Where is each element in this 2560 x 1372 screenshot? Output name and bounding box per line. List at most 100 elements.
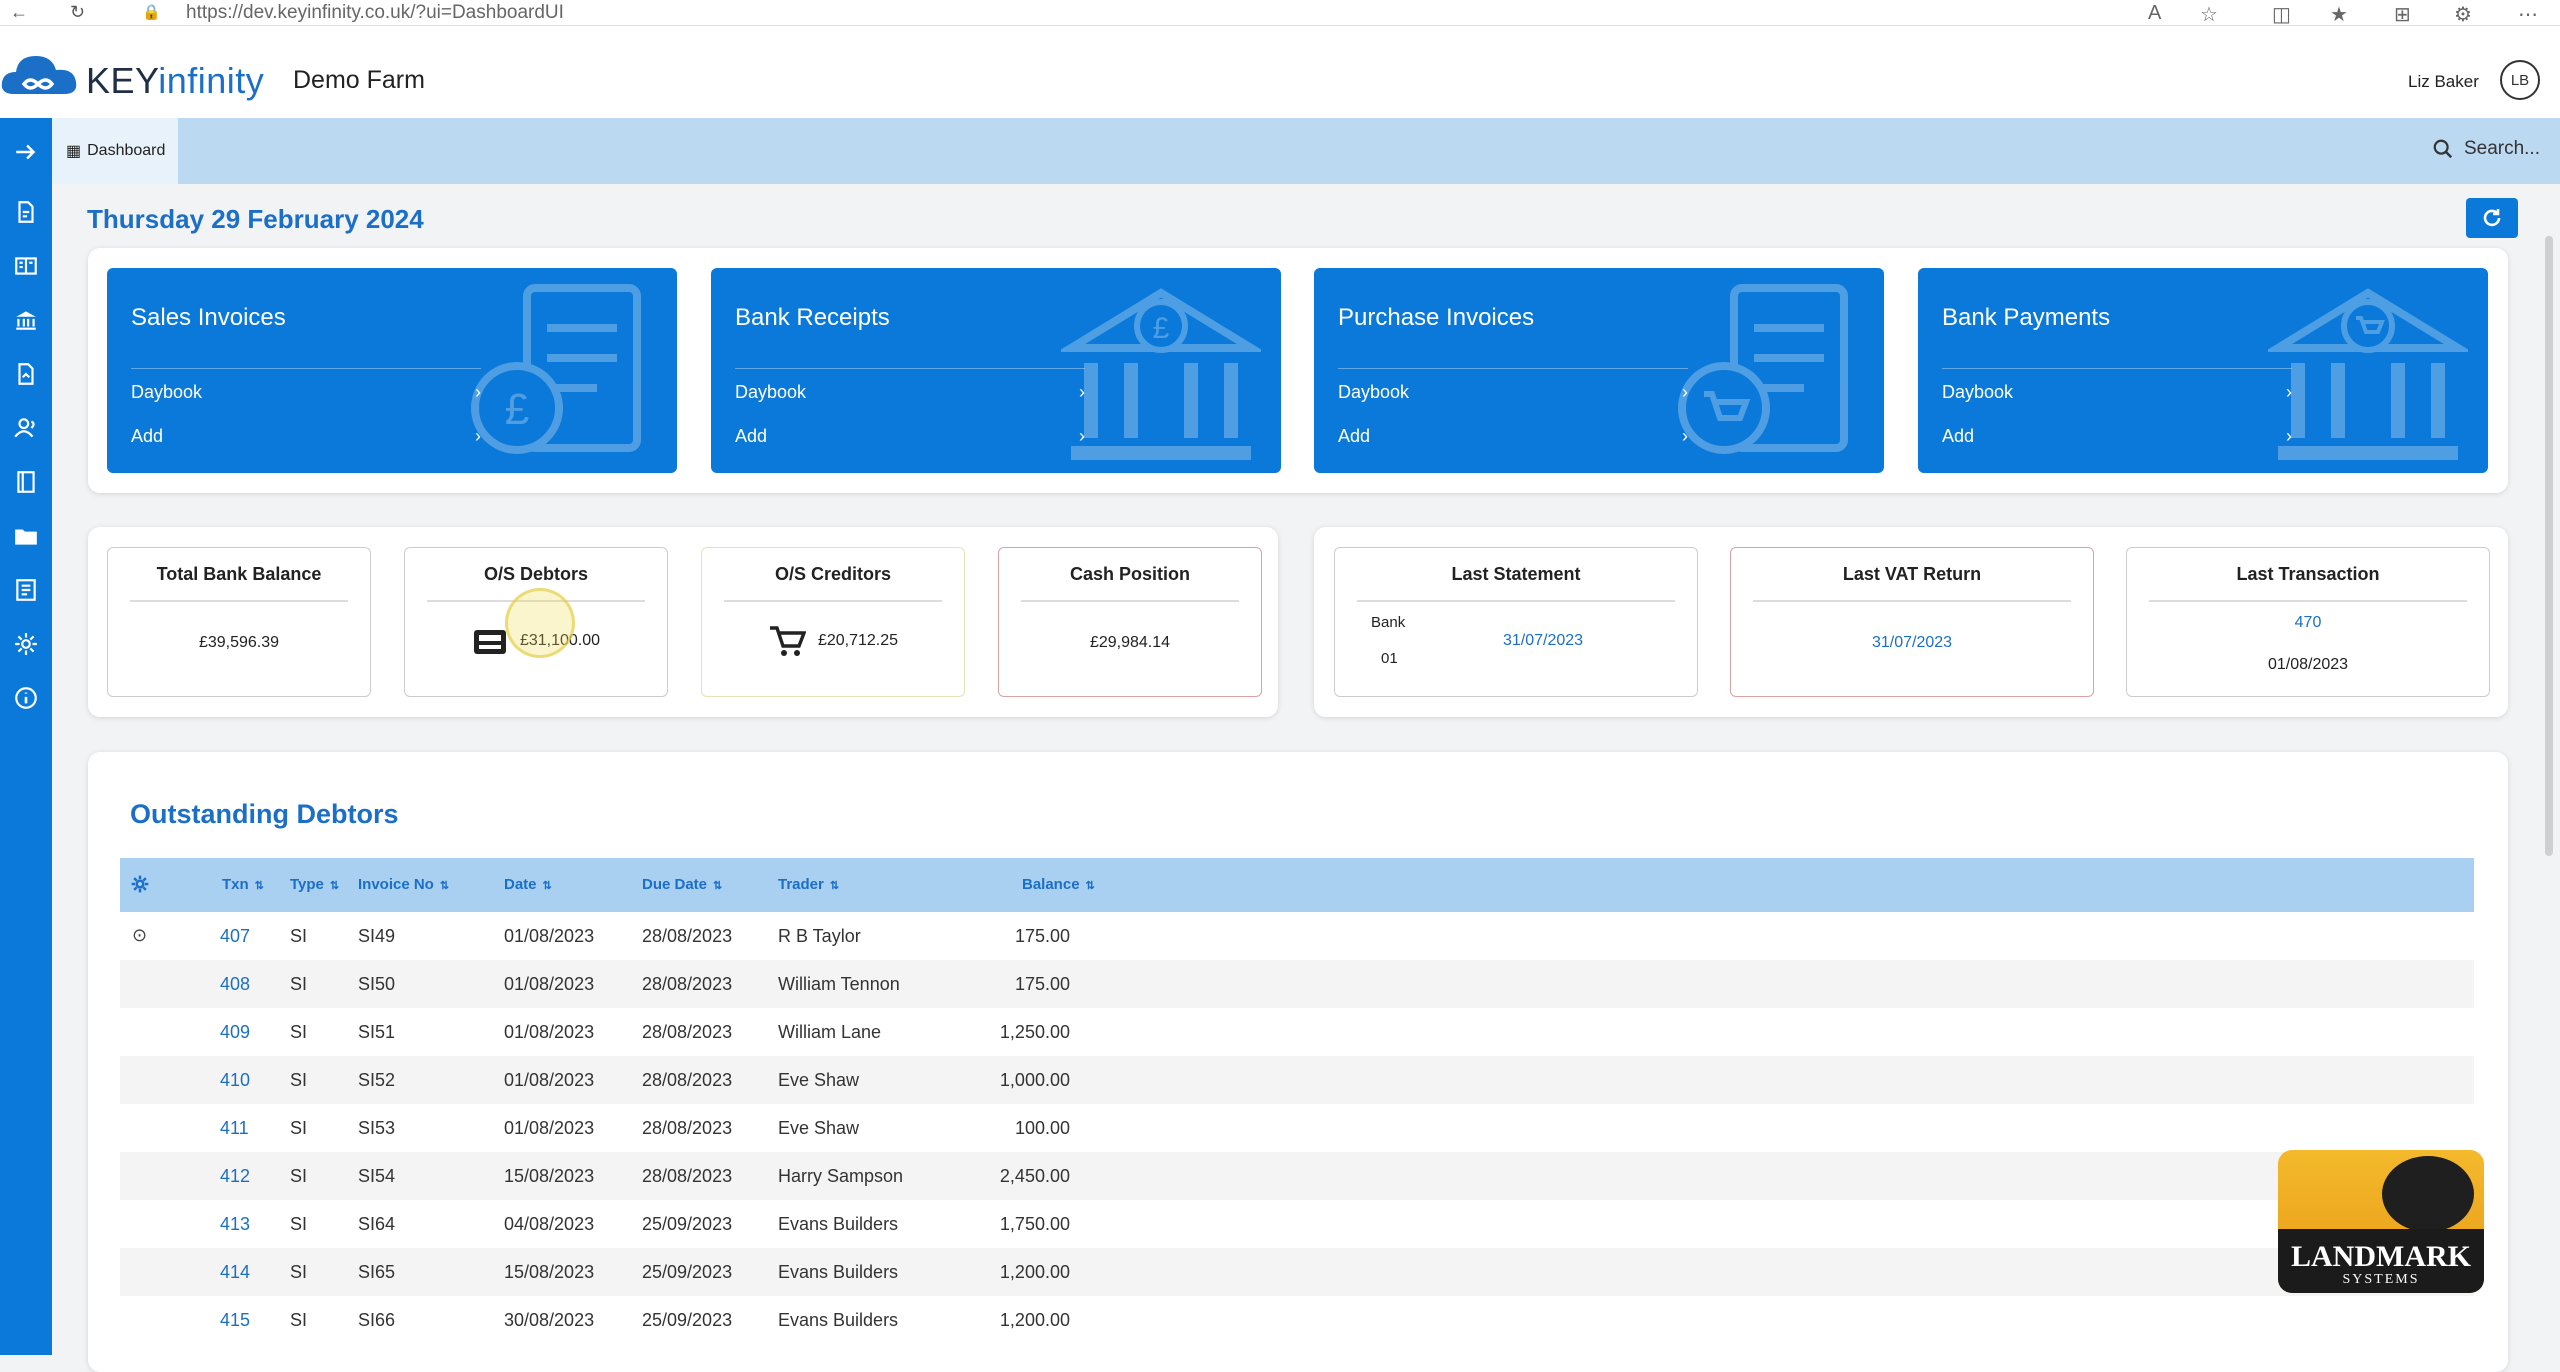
cell-balance: 1,000.00 bbox=[999, 1070, 1070, 1090]
receipts-daybook-link[interactable]: Daybook › bbox=[735, 382, 1085, 403]
stat-value: £20,712.25 bbox=[817, 632, 899, 649]
column-header-invoice-no[interactable]: Invoice No ⇅ bbox=[358, 876, 449, 893]
purchase-add-link[interactable]: Add › bbox=[1338, 426, 1688, 447]
bank-icon[interactable] bbox=[0, 300, 52, 340]
column-header-balance[interactable]: Balance ⇅ bbox=[1022, 876, 1095, 893]
cell-txn[interactable]: 414 bbox=[220, 1262, 250, 1283]
payments-daybook-link[interactable]: Daybook › bbox=[1942, 382, 2292, 403]
sidebar bbox=[0, 118, 52, 1355]
card-bank-payments: Bank Payments Daybook › Add › bbox=[1918, 268, 2488, 473]
purchase-daybook-link[interactable]: Daybook › bbox=[1338, 382, 1688, 403]
tab-dashboard[interactable]: ▦ Dashboard bbox=[52, 118, 178, 184]
cell-txn[interactable]: 410 bbox=[220, 1070, 250, 1091]
folder-icon[interactable] bbox=[0, 516, 52, 556]
table-row[interactable]: 414 SI SI65 15/08/2023 25/09/2023 Evans Build… bbox=[120, 1248, 2474, 1296]
table-row[interactable]: 410 SI SI52 01/08/2023 28/08/2023 Eve Shaw 1,0… bbox=[120, 1056, 2474, 1104]
os-debtors-card[interactable]: O/S Debtors £31,100.00 bbox=[404, 547, 668, 697]
keyinfinity-logo-icon bbox=[1, 56, 77, 94]
cell-type: SI bbox=[290, 1214, 308, 1234]
cell-invoice-no: SI52 bbox=[358, 1070, 396, 1090]
cash-position-card[interactable]: Cash Position £29,984.14 bbox=[998, 547, 1262, 697]
table-row[interactable]: ⊙ 407 SI SI49 01/08/2023 28/08/2023 R B Taylor… bbox=[120, 912, 2474, 960]
logo-subtext: SYSTEMS bbox=[2342, 1272, 2420, 1287]
collections-icon[interactable]: ⊞ bbox=[2394, 2, 2411, 27]
cell-txn[interactable]: 413 bbox=[220, 1214, 250, 1235]
extensions-icon[interactable]: ⚙ bbox=[2454, 2, 2472, 27]
cell-txn[interactable]: 411 bbox=[220, 1118, 249, 1139]
transaction-number-link[interactable]: 470 bbox=[2127, 614, 2489, 632]
column-header-trader[interactable]: Trader ⇅ bbox=[778, 876, 839, 893]
cell-invoice-no: SI66 bbox=[358, 1310, 396, 1330]
receipts-add-link[interactable]: Add › bbox=[735, 426, 1085, 447]
os-creditors-card[interactable]: O/S Creditors £20,712.25 bbox=[701, 547, 965, 697]
avatar[interactable]: LB bbox=[2500, 60, 2540, 100]
search-box[interactable]: Search... bbox=[2432, 138, 2540, 160]
sort-icon: ⇅ bbox=[254, 880, 264, 892]
more-options-icon[interactable]: ⋯ bbox=[2518, 2, 2538, 27]
card-bank-receipts: £ Bank Receipts Daybook › Add › bbox=[711, 268, 1281, 473]
table-row[interactable]: 408 SI SI50 01/08/2023 28/08/2023 William Ten… bbox=[120, 960, 2474, 1008]
favorites-icon[interactable]: ★ bbox=[2330, 2, 2348, 27]
card-title: Purchase Invoices bbox=[1338, 304, 1535, 331]
sales-daybook-link[interactable]: Daybook › bbox=[131, 382, 481, 403]
cell-trader: Evans Builders bbox=[778, 1214, 899, 1234]
column-label: Balance bbox=[1022, 876, 1080, 893]
back-icon[interactable]: ← bbox=[10, 2, 28, 23]
page-title: Thursday 29 February 2024 bbox=[87, 204, 424, 234]
divider bbox=[724, 600, 942, 602]
info-icon[interactable] bbox=[0, 678, 52, 718]
cell-txn[interactable]: 407 bbox=[220, 926, 250, 947]
chevron-right-icon: › bbox=[475, 426, 481, 446]
stat-value: £29,984.14 bbox=[1089, 634, 1171, 651]
column-header-type[interactable]: Type ⇅ bbox=[290, 876, 339, 893]
ledger-book-icon[interactable] bbox=[0, 246, 52, 286]
column-settings-gear-icon[interactable] bbox=[130, 874, 150, 894]
favorite-star-icon[interactable]: ☆ bbox=[2200, 2, 2218, 27]
last-vat-return-card[interactable]: Last VAT Return 31/07/2023 bbox=[1730, 547, 2094, 697]
reports-icon[interactable] bbox=[0, 570, 52, 610]
read-aloud-icon[interactable]: A bbox=[2148, 2, 2161, 25]
refresh-icon bbox=[2483, 209, 2501, 227]
stat-title: Cash Position bbox=[1069, 564, 1190, 584]
page-scrollbar[interactable] bbox=[2545, 236, 2553, 856]
last-transaction-card[interactable]: Last Transaction 470 01/08/2023 bbox=[2126, 547, 2490, 697]
bank-label: Bank bbox=[1371, 614, 1406, 631]
split-screen-icon[interactable]: ◫ bbox=[2272, 2, 2291, 27]
refresh-button[interactable] bbox=[2466, 198, 2518, 238]
table-row[interactable]: 411 SI SI53 01/08/2023 28/08/2023 Eve Shaw 100… bbox=[120, 1104, 2474, 1152]
user-name[interactable]: Liz Baker bbox=[2408, 72, 2479, 92]
contacts-icon[interactable] bbox=[0, 408, 52, 448]
cell-txn[interactable]: 409 bbox=[220, 1022, 250, 1043]
cell-due-date: 28/08/2023 bbox=[642, 926, 733, 946]
cell-date: 04/08/2023 bbox=[504, 1214, 595, 1234]
column-header-due-date[interactable]: Due Date ⇅ bbox=[642, 876, 722, 893]
cell-txn[interactable]: 412 bbox=[220, 1166, 250, 1187]
address-bar[interactable]: https://dev.keyinfinity.co.uk/?ui=Dashbo… bbox=[186, 2, 564, 24]
sales-add-link[interactable]: Add › bbox=[131, 426, 481, 447]
journal-icon[interactable] bbox=[0, 462, 52, 502]
table-row[interactable]: 413 SI SI64 04/08/2023 25/09/2023 Evans Build… bbox=[120, 1200, 2474, 1248]
payments-add-link[interactable]: Add › bbox=[1942, 426, 2292, 447]
purchase-document-icon[interactable] bbox=[0, 354, 52, 394]
table-row[interactable]: 415 SI SI66 30/08/2023 25/09/2023 Evans Build… bbox=[120, 1296, 2474, 1344]
table-row[interactable]: 412 SI SI54 15/08/2023 28/08/2023 Harry Samps… bbox=[120, 1152, 2474, 1200]
cell-txn[interactable]: 415 bbox=[220, 1310, 250, 1331]
column-label: Type bbox=[290, 876, 324, 893]
reload-icon[interactable]: ↻ bbox=[70, 2, 85, 23]
settings-gear-icon[interactable] bbox=[0, 624, 52, 664]
sales-document-icon[interactable] bbox=[0, 192, 52, 232]
table-row[interactable]: 409 SI SI51 01/08/2023 28/08/2023 William Lan… bbox=[120, 1008, 2474, 1056]
column-header-date[interactable]: Date ⇅ bbox=[504, 876, 552, 893]
cell-date: 01/08/2023 bbox=[504, 1070, 595, 1090]
statement-date-link[interactable]: 31/07/2023 bbox=[1503, 632, 1583, 650]
column-header-txn[interactable]: Txn ⇅ bbox=[222, 876, 264, 893]
expand-sidebar-icon[interactable] bbox=[0, 132, 52, 172]
last-statement-card[interactable]: Last Statement Bank 01 31/07/2023 bbox=[1334, 547, 1698, 697]
vat-date-link[interactable]: 31/07/2023 bbox=[1731, 634, 2093, 652]
total-bank-balance-card[interactable]: Total Bank Balance £39,596.39 bbox=[107, 547, 371, 697]
row-expand-icon[interactable]: ⊙ bbox=[132, 925, 147, 946]
divider bbox=[131, 368, 481, 369]
cell-txn[interactable]: 408 bbox=[220, 974, 250, 995]
stat-title: Last VAT Return bbox=[1842, 564, 1982, 584]
app-logo[interactable]: KEYinfinity bbox=[86, 60, 264, 102]
